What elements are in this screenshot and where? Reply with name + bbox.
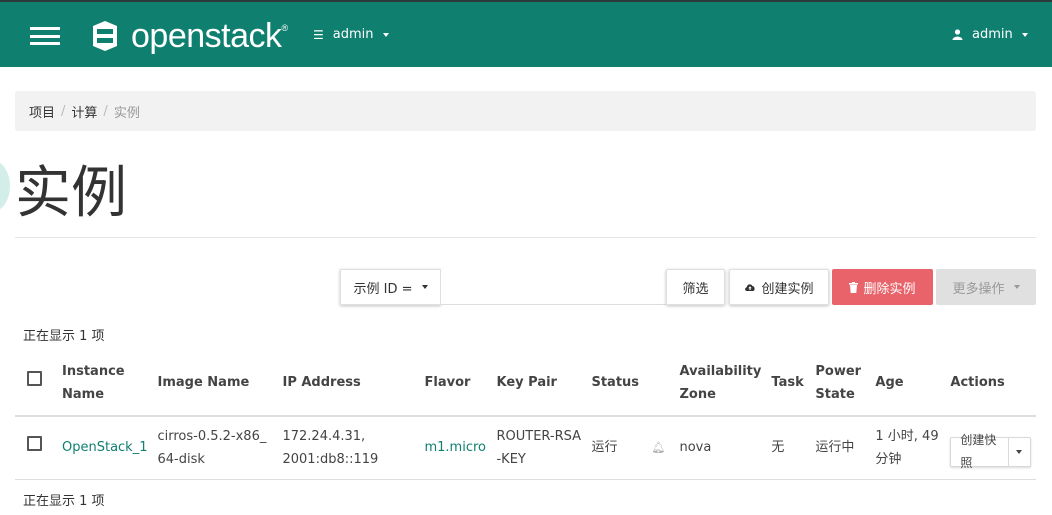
column-header[interactable]: Key Pair [491,350,587,417]
status-cell: 运行 [586,416,647,480]
row-actions-split-button: 创建快照 [950,433,1031,470]
ip-address-cell: 172.24.4.31, 2001:db8::119 [277,416,420,480]
divider [15,237,1036,238]
project-label: admin [332,27,374,42]
delete-instance-button[interactable]: 删除实例 [832,269,933,305]
chevron-down-icon [1021,32,1028,37]
logo-text: openstack® [131,16,288,55]
more-actions-label: 更多操作 [952,281,1005,297]
row-checkbox[interactable] [27,436,42,452]
key-pair-cell: ROUTER-RSA-KEY [491,416,587,480]
filter-button[interactable]: 筛选 [666,269,725,305]
user-icon [952,29,963,40]
top-navbar: openstack® ☰ admin admin [0,0,1052,67]
breadcrumb-current: 实例 [113,105,140,121]
create-instance-label: 创建实例 [761,281,814,297]
instance-name-link[interactable]: OpenStack_1 [62,440,147,455]
column-header[interactable]: Image Name [152,350,278,417]
column-header[interactable]: IP Address [277,350,420,417]
task-cell: 无 [766,416,811,480]
column-header[interactable]: Status [586,350,647,417]
breadcrumb-separator: / [61,103,66,119]
table-row: OpenStack_1 cirros-0.5.2-x86_64-disk 172… [15,416,1036,480]
column-header[interactable]: Power State [810,350,871,417]
column-header[interactable]: Task [766,350,811,417]
bell-header [646,350,675,417]
column-header[interactable]: Flavor [419,350,492,417]
list-icon: ☰ [313,27,324,42]
filter-input[interactable] [441,269,666,305]
page-title: 实例 [15,161,127,224]
actions-cell: 创建快照 [945,416,1036,480]
power-state-cell: 运行中 [810,416,871,480]
bell-icon: 🔔︎ [651,441,666,455]
trash-icon [849,281,859,293]
age-cell: 1 小时, 49 分钟 [870,416,946,480]
image-name-cell: cirros-0.5.2-x86_64-disk [152,416,278,480]
table-header-row: Instance Name Image Name IP Address Flav… [15,350,1036,417]
help-bubble[interactable] [0,160,10,212]
create-instance-button[interactable]: 创建实例 [729,269,829,305]
instances-table: Instance Name Image Name IP Address Flav… [15,350,1036,480]
instance-name-cell: OpenStack_1 [57,416,153,480]
flavor-cell: m1.micro [419,416,492,480]
row-actions-toggle[interactable] [1007,437,1030,466]
column-header[interactable]: Age [870,350,946,417]
chevron-down-icon [1016,449,1023,454]
filter-field-label: 示例 ID = [353,281,413,297]
bell-cell: 🔔︎ [646,416,675,480]
select-all-header [15,350,57,417]
more-actions-button[interactable]: 更多操作 [936,269,1036,305]
create-snapshot-button[interactable]: 创建快照 [951,433,1007,470]
cloud-upload-icon [745,284,756,291]
chevron-down-icon [382,32,389,37]
zone-cell: nova [674,416,767,480]
breadcrumb-compute[interactable]: 计算 [71,102,97,121]
delete-instance-label: 删除实例 [863,281,916,297]
chevron-down-icon [1013,285,1020,289]
row-select-cell [15,416,57,480]
select-all-checkbox[interactable] [27,371,42,386]
column-header[interactable]: Instance Name [57,350,153,417]
item-count-bottom: 正在显示 1 项 [23,494,105,509]
breadcrumb-project[interactable]: 项目 [29,102,55,121]
filter-field-dropdown[interactable]: 示例 ID = [340,269,441,305]
user-label: admin [972,27,1013,42]
column-header[interactable]: Availability Zone [674,350,767,417]
project-dropdown[interactable]: ☰ admin [313,27,389,42]
flavor-link[interactable]: m1.micro [424,440,486,455]
menu-toggle-icon[interactable] [30,27,60,45]
column-header: Actions [945,350,1036,417]
openstack-cube-icon [93,21,117,51]
create-snapshot-label: 创建快照 [960,432,997,470]
breadcrumb-separator: / [103,103,108,119]
user-menu[interactable]: admin [952,27,1028,42]
item-count-top: 正在显示 1 项 [23,329,105,344]
openstack-logo[interactable]: openstack® [87,16,288,56]
breadcrumb: 项目 / 计算 / 实例 [15,91,1036,131]
filter-button-label: 筛选 [682,281,709,297]
chevron-down-icon [421,285,428,289]
